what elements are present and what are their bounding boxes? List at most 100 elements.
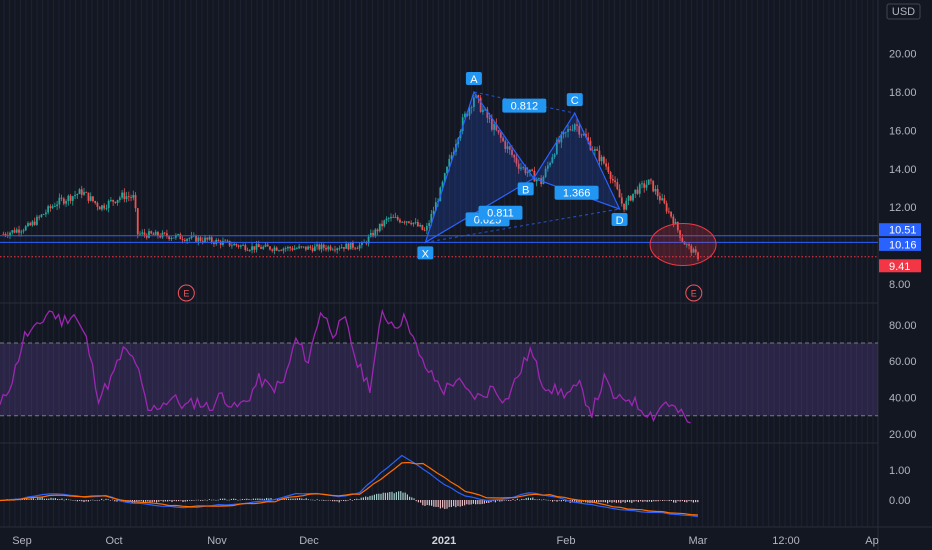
macd-histogram-bar — [442, 500, 444, 508]
macd-histogram-bar — [153, 500, 155, 502]
macd-histogram-bar — [618, 500, 620, 503]
candle-body — [661, 198, 664, 201]
macd-histogram-bar — [316, 499, 318, 500]
macd-histogram-bar — [246, 498, 248, 500]
macd-histogram-bar — [204, 499, 206, 501]
candle-body — [416, 222, 419, 227]
macd-histogram-bar — [554, 500, 556, 501]
macd-histogram-bar — [32, 498, 34, 500]
candle-body — [269, 246, 271, 250]
macd-histogram-bar — [642, 500, 644, 502]
macd-histogram-bar — [349, 499, 351, 500]
candle-body — [641, 183, 643, 185]
macd-histogram-bar — [532, 497, 534, 500]
candle-body — [309, 246, 312, 248]
candle-body — [228, 240, 231, 246]
time-axis-tick: 2021 — [432, 535, 456, 547]
macd-histogram-bar — [391, 491, 393, 500]
macd-histogram-bar — [404, 492, 406, 500]
candle-body — [53, 206, 56, 207]
candle-body — [168, 236, 171, 239]
candle-body — [340, 247, 343, 249]
macd-histogram-bar — [468, 500, 470, 505]
macd-histogram-bar — [41, 497, 43, 500]
macd-histogram-bar — [477, 500, 479, 505]
candle-body — [56, 204, 59, 207]
candle-body — [255, 244, 258, 250]
macd-histogram-bar — [464, 500, 466, 506]
candle-body — [246, 249, 249, 251]
rsi-axis-tick: 20.00 — [889, 429, 917, 441]
macd-histogram-bar — [475, 500, 477, 505]
macd-histogram-bar — [30, 498, 32, 500]
macd-histogram-bar — [402, 492, 404, 500]
candle-body — [105, 208, 108, 209]
candle-body — [112, 199, 115, 202]
candle-body — [51, 206, 54, 208]
candle-body — [347, 243, 350, 250]
macd-histogram-bar — [697, 500, 699, 503]
macd-histogram-bar — [138, 500, 140, 502]
candle-body — [643, 183, 646, 188]
candle-body — [201, 240, 204, 242]
candle-body — [49, 206, 52, 208]
macd-histogram-bar — [202, 500, 204, 501]
candle-body — [206, 237, 209, 240]
candle-body — [602, 156, 605, 164]
price-axis-tick: 16.00 — [889, 125, 917, 137]
macd-histogram-bar — [173, 500, 175, 501]
stock-chart[interactable]: XABCD0.8120.6251.3660.811EE 22.0020.0018… — [0, 0, 932, 550]
macd-histogram-bar — [393, 493, 395, 500]
macd-histogram-bar — [158, 500, 160, 502]
macd-histogram-bar — [640, 500, 642, 502]
macd-axis-tick: 0.00 — [889, 495, 910, 507]
macd-histogram-bar — [347, 500, 349, 501]
candle-body — [177, 234, 180, 236]
price-level-tag-label: 10.16 — [889, 239, 917, 251]
candle-body — [607, 166, 610, 173]
candle-body — [116, 199, 119, 203]
macd-histogram-bar — [510, 500, 512, 501]
candle-body — [298, 246, 301, 249]
macd-histogram-bar — [362, 497, 364, 500]
candle-body — [421, 224, 424, 230]
candle-body — [170, 238, 173, 239]
macd-histogram-bar — [329, 500, 331, 501]
macd-histogram-bar — [184, 500, 186, 502]
macd-histogram-bar — [406, 494, 408, 500]
candle-body — [242, 245, 245, 246]
macd-histogram-bar — [354, 499, 356, 500]
candle-body — [107, 200, 110, 209]
macd-histogram-bar — [222, 498, 224, 500]
macd-histogram-bar — [378, 493, 380, 500]
candle-body — [150, 231, 153, 234]
candle-body — [650, 179, 652, 181]
candle-body — [260, 247, 262, 249]
candle-body — [273, 247, 276, 251]
candle-body — [195, 235, 197, 242]
candle-body — [85, 192, 88, 194]
macd-histogram-bar — [156, 500, 158, 503]
macd-histogram-bar — [175, 500, 177, 502]
macd-histogram-bar — [301, 498, 303, 500]
macd-histogram-bar — [505, 499, 507, 501]
macd-histogram-bar — [323, 500, 325, 501]
candle-body — [199, 237, 202, 241]
price-axis-tick: 8.00 — [889, 279, 910, 291]
macd-histogram-bar — [501, 500, 503, 502]
macd-histogram-bar — [241, 498, 243, 500]
macd-histogram-bar — [237, 499, 239, 501]
macd-histogram-bar — [494, 500, 496, 503]
time-axis-tick: Sep — [12, 535, 32, 547]
candle-body — [235, 243, 238, 246]
macd-histogram-bar — [380, 493, 382, 500]
macd-histogram-bar — [191, 500, 193, 501]
candle-body — [394, 217, 397, 218]
macd-histogram-bar — [668, 500, 670, 502]
macd-histogram-bar — [558, 500, 560, 501]
time-axis-tick: Ap — [865, 535, 878, 547]
candle-body — [356, 248, 359, 250]
macd-histogram-bar — [178, 500, 180, 502]
candle-body — [399, 219, 401, 223]
macd-histogram-bar — [233, 498, 235, 500]
